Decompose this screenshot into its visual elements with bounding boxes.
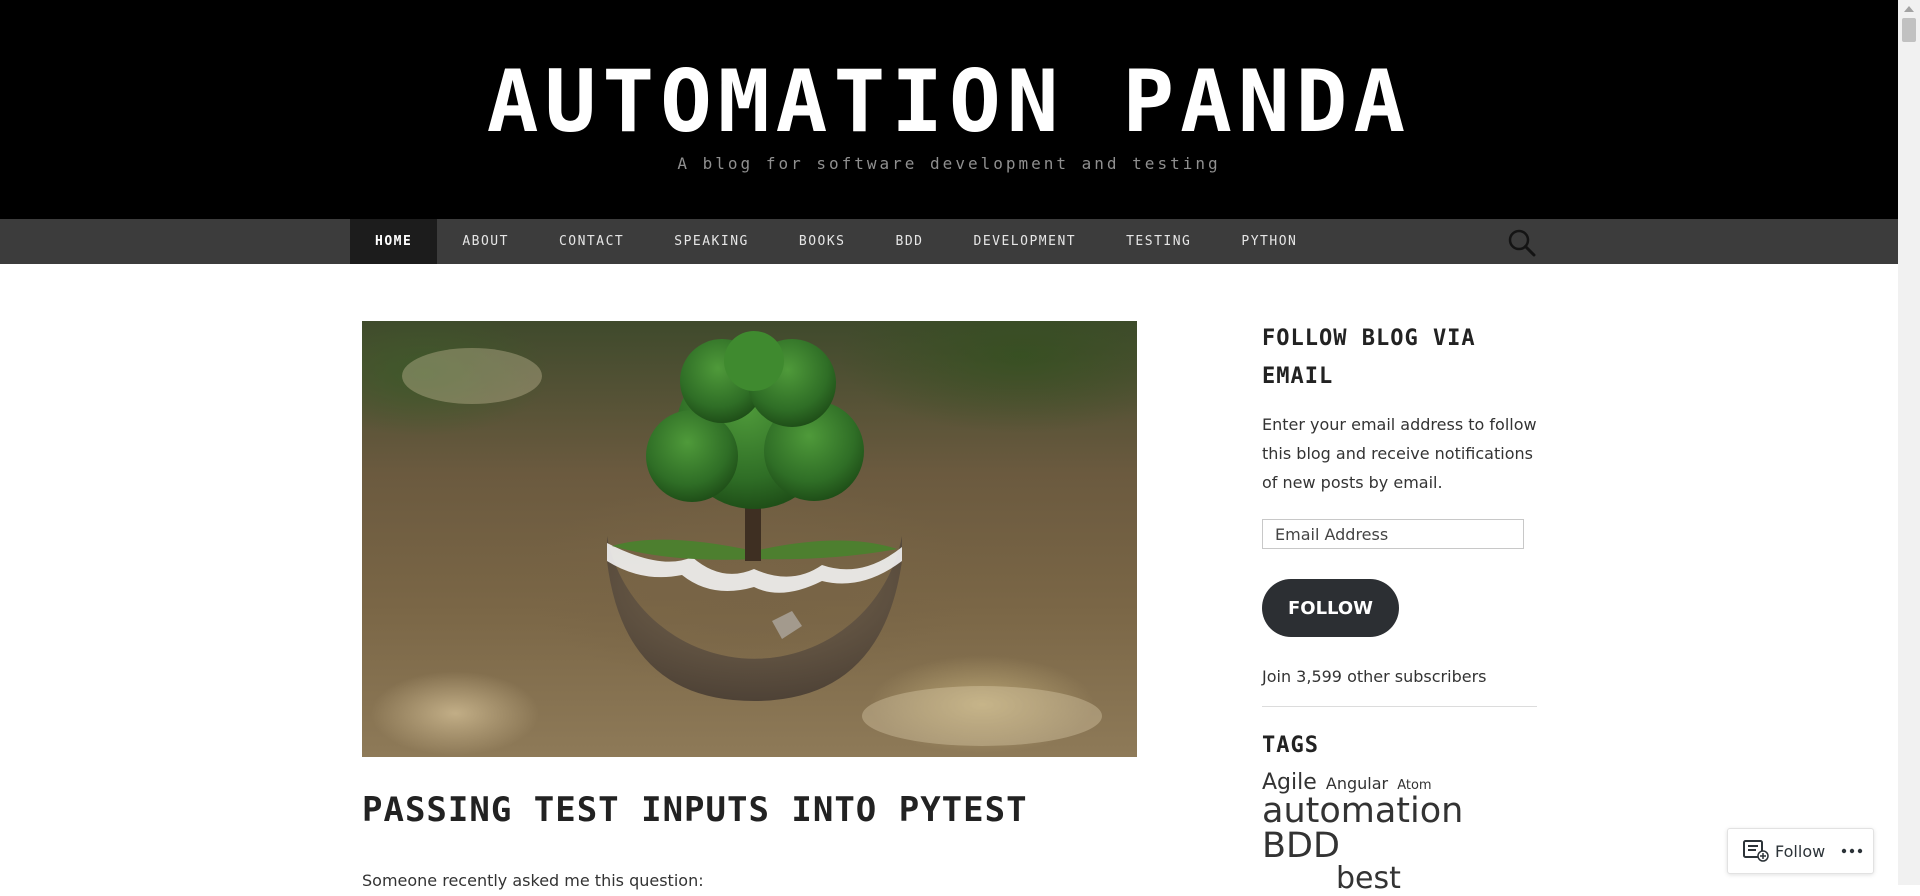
search-icon[interactable] bbox=[1508, 229, 1536, 257]
tag-link[interactable]: automation bbox=[1262, 794, 1463, 829]
nav-item-bdd[interactable]: BDD bbox=[871, 219, 949, 264]
follow-widget-title: FOLLOW BLOG VIA EMAIL bbox=[1262, 326, 1476, 389]
follow-bar-button[interactable]: Follow bbox=[1728, 829, 1836, 873]
scrollbar-thumb[interactable] bbox=[1902, 18, 1916, 42]
tag-link[interactable]: BDD bbox=[1262, 829, 1340, 864]
nav-item-development[interactable]: DEVELOPMENT bbox=[949, 219, 1102, 264]
tag-link[interactable]: Angular bbox=[1326, 776, 1388, 792]
site-title[interactable]: AUTOMATION PANDA bbox=[0, 52, 1898, 152]
nav-item-home[interactable]: HOME bbox=[350, 219, 438, 264]
vertical-scrollbar[interactable] bbox=[1898, 0, 1920, 885]
post-title[interactable]: PASSING TEST INPUTS INTO PYTEST bbox=[362, 790, 1028, 830]
follow-bar-label: Follow bbox=[1775, 842, 1826, 861]
sidebar: FOLLOW BLOG VIA EMAIL Enter your email a… bbox=[1262, 320, 1537, 894]
nav-item-python[interactable]: PYTHON bbox=[1216, 219, 1322, 264]
featured-image[interactable] bbox=[362, 321, 1137, 757]
site-header: AUTOMATION PANDA A blog for software dev… bbox=[0, 0, 1898, 219]
floating-follow-bar: Follow bbox=[1727, 828, 1874, 874]
ellipsis-icon[interactable] bbox=[1840, 847, 1864, 855]
nav-item-speaking[interactable]: SPEAKING bbox=[649, 219, 774, 264]
follow-button[interactable]: FOLLOW bbox=[1262, 579, 1399, 637]
follow-widget-description: Enter your email address to follow this … bbox=[1262, 415, 1537, 492]
post-excerpt: Someone recently asked me this question: bbox=[362, 871, 704, 890]
scroll-up-arrow-icon[interactable] bbox=[1904, 6, 1914, 12]
nav-item-books[interactable]: BOOKS bbox=[774, 219, 871, 264]
email-input[interactable] bbox=[1262, 519, 1524, 549]
tags-widget-title: TAGS bbox=[1262, 733, 1319, 758]
nav-item-contact[interactable]: CONTACT bbox=[534, 219, 649, 264]
main-navigation: HOME ABOUT CONTACT SPEAKING BOOKS BDD DE… bbox=[0, 219, 1898, 264]
tag-cloud: Agile Angular Atom automation BDD best bbox=[1262, 772, 1537, 894]
reader-icon bbox=[1743, 840, 1769, 862]
nav-item-testing[interactable]: TESTING bbox=[1101, 219, 1216, 264]
nav-item-about[interactable]: ABOUT bbox=[437, 219, 534, 264]
nav-menu: HOME ABOUT CONTACT SPEAKING BOOKS BDD DE… bbox=[350, 219, 1322, 264]
tree-in-glass-sphere-image bbox=[402, 331, 1102, 746]
tag-link[interactable]: best bbox=[1336, 864, 1401, 894]
widget-divider bbox=[1262, 706, 1537, 707]
site-tagline: A blog for software development and test… bbox=[677, 154, 1221, 173]
subscriber-count: Join 3,599 other subscribers bbox=[1262, 667, 1487, 686]
